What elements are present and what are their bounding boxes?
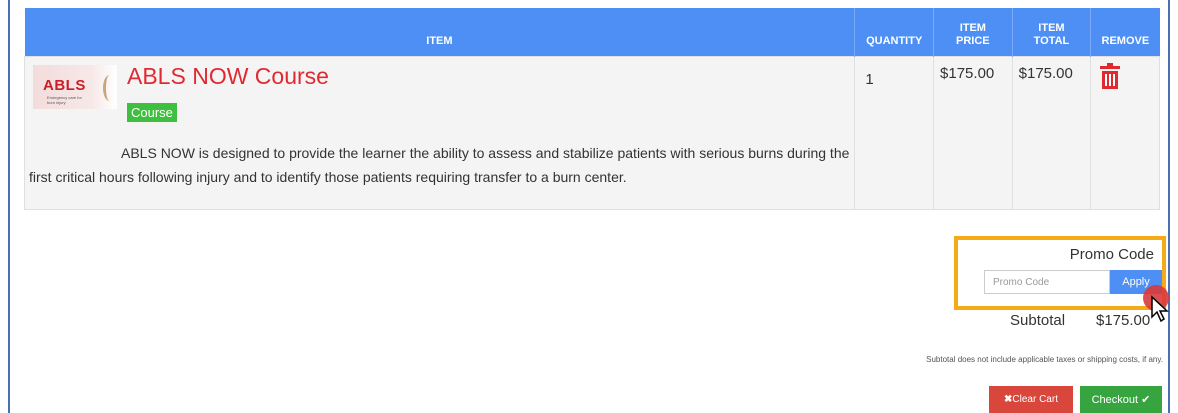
subtotal-value: $175.00 xyxy=(1096,312,1151,329)
header-quantity: QUANTITY xyxy=(854,8,934,56)
clear-cart-button[interactable]: ✖Clear Cart xyxy=(989,386,1073,413)
item-cell: ABLS Emergency care for burn injury ABLS… xyxy=(23,55,856,210)
checkout-label: Checkout xyxy=(1091,394,1139,406)
header-item-total: ITEM TOTAL xyxy=(1011,8,1091,56)
cursor-icon xyxy=(1151,295,1169,323)
clear-cart-label: Clear Cart xyxy=(1012,394,1058,405)
remove-cell xyxy=(1090,55,1160,210)
promo-code-label: Promo Code xyxy=(1069,246,1154,263)
checkmark-icon: ✔ xyxy=(1138,394,1151,406)
category-badge: Course xyxy=(127,102,177,122)
product-thumbnail[interactable]: ABLS Emergency care for burn injury xyxy=(33,64,117,109)
promo-code-section: Promo Code Apply xyxy=(954,236,1166,310)
item-price-cell: $175.00 xyxy=(933,55,1013,210)
header-item: ITEM xyxy=(24,8,855,56)
table-header-row: ITEM QUANTITY ITEM PRICE ITEM TOTAL REMO… xyxy=(24,8,1160,56)
item-total-cell: $175.00 xyxy=(1011,55,1092,210)
tax-disclaimer: Subtotal does not include applicable tax… xyxy=(926,355,1163,364)
product-title-link[interactable]: ABLS NOW Course xyxy=(127,63,329,90)
product-description: ABLS NOW is designed to provide the lear… xyxy=(29,144,850,185)
thumbnail-tagline: Emergency care for burn injury xyxy=(47,94,82,105)
table-row: ABLS Emergency care for burn injury ABLS… xyxy=(23,55,1160,210)
thumbnail-brand-text: ABLS xyxy=(43,76,86,94)
subtotal-label: Subtotal xyxy=(1010,312,1066,329)
trash-icon[interactable] xyxy=(1099,62,1121,89)
promo-code-input[interactable] xyxy=(984,270,1110,294)
header-remove: REMOVE xyxy=(1090,8,1160,56)
cart-table: ITEM QUANTITY ITEM PRICE ITEM TOTAL REMO… xyxy=(23,8,1160,210)
flame-icon xyxy=(103,74,116,101)
checkout-button[interactable]: Checkout ✔ xyxy=(1080,386,1162,413)
header-item-price: ITEM PRICE xyxy=(933,8,1013,56)
